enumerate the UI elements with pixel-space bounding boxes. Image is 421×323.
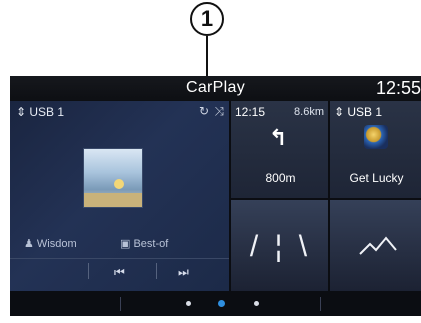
album-art-sun — [114, 179, 124, 189]
now-playing-tile[interactable]: ⇕ USB 1 Get Lucky — [328, 101, 421, 198]
widget-grid: ⇕ USB 1 ↻ ⤨ ♟ Wisdom ▣ Best-of ⏮ ⏭ 12:15… — [10, 101, 421, 291]
page-indicator-bar — [10, 291, 421, 316]
driving-assist-tile[interactable]: / ¦ \ — [229, 198, 328, 291]
artist-icon: ♟ — [24, 238, 37, 250]
divider — [10, 258, 229, 259]
page-dot-active[interactable] — [218, 300, 225, 307]
turn-arrow-icon: ↰ — [269, 125, 288, 150]
divider — [156, 263, 157, 279]
divider — [88, 263, 89, 279]
navigation-tile[interactable]: 12:15 8.6km ↰ 800m — [229, 101, 328, 198]
status-bar: CarPlay 12:55 — [10, 76, 421, 101]
page-dot[interactable] — [186, 301, 191, 306]
now-playing-source: ⇕ USB 1 — [334, 105, 383, 119]
repeat-shuffle-icon[interactable]: ↻ ⤨ — [199, 104, 225, 119]
album-art — [84, 149, 142, 207]
callout-label: 1 — [200, 6, 214, 31]
next-track-button[interactable]: ⏭ — [178, 265, 189, 280]
divider — [120, 297, 121, 311]
now-playing-title: Get Lucky — [349, 171, 404, 185]
remaining-distance: 8.6km — [294, 106, 324, 118]
now-playing-art — [364, 125, 388, 149]
arrival-time: 12:15 — [235, 105, 266, 119]
album-art-ground — [84, 193, 142, 207]
media-source: ⇕ USB 1 — [16, 105, 65, 119]
lane-road-icon: / ¦ \ — [249, 230, 312, 263]
artist-label: ♟ Wisdom — [24, 237, 77, 250]
page-dot[interactable] — [254, 301, 259, 306]
app-title: CarPlay — [185, 79, 245, 96]
album-icon: ▣ — [120, 238, 134, 250]
callout-line — [206, 36, 208, 80]
next-maneuver-distance: 800m — [265, 171, 296, 185]
multimedia-screen: CarPlay 12:55 ⇕ USB 1 ↻ ⤨ ♟ Wisdom ▣ Bes… — [10, 76, 421, 316]
mountain-icon — [359, 236, 397, 255]
callout-number: 1 — [190, 2, 224, 36]
eco-driving-tile[interactable] — [328, 198, 421, 291]
album-label: ▣ Best-of — [120, 237, 168, 250]
album-name: Best-of — [133, 238, 169, 250]
media-player-tile[interactable]: ⇕ USB 1 ↻ ⤨ ♟ Wisdom ▣ Best-of ⏮ ⏭ — [10, 101, 229, 291]
clock: 12:55 — [375, 78, 421, 98]
previous-track-button[interactable]: ⏮ — [114, 265, 125, 280]
divider — [320, 297, 321, 311]
artist-name: Wisdom — [36, 238, 77, 250]
